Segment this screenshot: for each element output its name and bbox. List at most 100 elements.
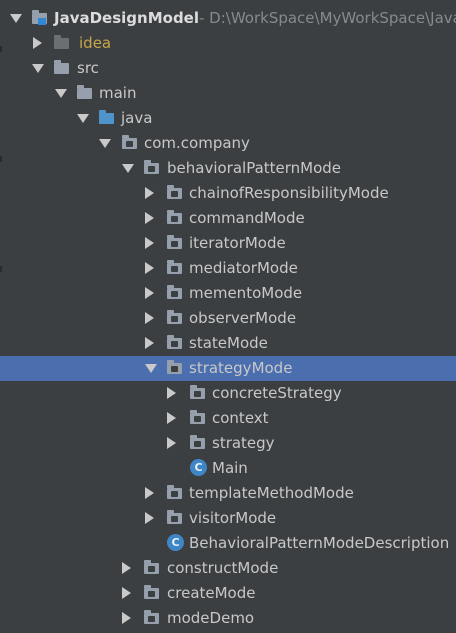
tree-row-strategy[interactable]: strategy (0, 431, 456, 456)
tree-item-label: strategyMode (189, 359, 293, 377)
tree-row-project[interactable]: JavaDesignModel - D:\WorkSpace\MyWorkSpa… (0, 6, 456, 31)
collapse-arrow-icon[interactable] (145, 487, 154, 499)
tree-item-label: src (77, 59, 99, 77)
collapse-arrow-icon[interactable] (145, 237, 154, 249)
collapse-arrow-icon[interactable] (145, 187, 154, 199)
folder-icon (54, 60, 69, 74)
collapse-arrow-icon[interactable] (167, 437, 176, 449)
tree-row-template-method-mode[interactable]: templateMethodMode (0, 481, 456, 506)
collapse-arrow-icon[interactable] (33, 37, 42, 49)
tree-item-label: templateMethodMode (189, 484, 354, 502)
class-icon: C (190, 459, 207, 476)
folder-icon (77, 85, 92, 99)
expand-arrow-icon[interactable] (10, 14, 22, 23)
tree-item-label: mementoMode (189, 284, 303, 302)
project-path: - D:\WorkSpace\MyWorkSpace\Java (199, 9, 456, 27)
tree-item-label: behavioralPatternMode (167, 159, 342, 177)
tree-row-behavioral-description-class[interactable]: C BehavioralPatternModeDescription (0, 531, 456, 556)
tree-item-label: java (121, 109, 153, 127)
tree-item-label: mediatorMode (189, 259, 298, 277)
package-icon (167, 235, 182, 249)
project-name: JavaDesignModel (54, 9, 199, 27)
class-icon: C (167, 534, 184, 551)
tree-row-strategy-mode[interactable]: strategyMode (0, 356, 456, 381)
package-icon (167, 485, 182, 499)
collapse-arrow-icon[interactable] (145, 287, 154, 299)
tree-row-context[interactable]: context (0, 406, 456, 431)
tree-row-behavioral-pattern-mode[interactable]: behavioralPatternMode (0, 156, 456, 181)
collapse-arrow-icon[interactable] (145, 312, 154, 324)
expand-arrow-icon[interactable] (99, 139, 111, 148)
tree-item-label: concreteStrategy (212, 384, 342, 402)
collapse-arrow-icon[interactable] (145, 337, 154, 349)
collapse-arrow-icon[interactable] (122, 562, 131, 574)
tree-item-label: Main (212, 459, 248, 477)
tree-item-label: stateMode (189, 334, 268, 352)
collapse-arrow-icon[interactable] (167, 387, 176, 399)
expand-arrow-icon[interactable] (55, 89, 67, 98)
collapse-arrow-icon[interactable] (122, 612, 131, 624)
expand-arrow-icon[interactable] (32, 64, 44, 73)
collapse-arrow-icon[interactable] (145, 512, 154, 524)
tree-item-label: BehavioralPatternModeDescription (189, 534, 450, 552)
tree-row-mode-demo[interactable]: modeDemo (0, 606, 456, 631)
tree-item-label: context (212, 409, 269, 427)
package-icon (167, 310, 182, 324)
package-icon (190, 385, 205, 399)
package-icon (167, 210, 182, 224)
tree-row-command-mode[interactable]: commandMode (0, 206, 456, 231)
tree-item-label: iteratorMode (189, 234, 286, 252)
tree-row-chain-mode[interactable]: chainofResponsibilityMode (0, 181, 456, 206)
collapse-arrow-icon[interactable] (145, 262, 154, 274)
tree-row-memento-mode[interactable]: mementoMode (0, 281, 456, 306)
package-icon (167, 335, 182, 349)
expand-arrow-icon[interactable] (145, 364, 157, 373)
package-icon (167, 260, 182, 274)
package-icon (144, 610, 159, 624)
package-icon (144, 585, 159, 599)
package-icon (190, 410, 205, 424)
tree-row-state-mode[interactable]: stateMode (0, 331, 456, 356)
package-icon (122, 135, 137, 149)
collapse-arrow-icon[interactable] (122, 587, 131, 599)
source-folder-icon (99, 110, 114, 124)
folder-icon (54, 35, 69, 49)
tree-item-label: visitorMode (189, 509, 277, 527)
tree-item-label: main (99, 84, 137, 102)
collapse-arrow-icon[interactable] (167, 412, 176, 424)
package-icon (144, 160, 159, 174)
tree-row-concrete-strategy[interactable]: concreteStrategy (0, 381, 456, 406)
project-folder-icon (32, 10, 47, 25)
tree-row-com-company[interactable]: com.company (0, 131, 456, 156)
tree-row-src[interactable]: src (0, 56, 456, 81)
tree-item-label: com.company (144, 134, 250, 152)
tree-item-label: strategy (212, 434, 275, 452)
tree-item-label: constructMode (167, 559, 279, 577)
tree-row-idea[interactable]: idea (0, 31, 456, 56)
package-icon (167, 285, 182, 299)
package-icon (190, 435, 205, 449)
tree-row-main[interactable]: main (0, 81, 456, 106)
tree-row-main-class[interactable]: C Main (0, 456, 456, 481)
package-icon (144, 560, 159, 574)
tree-item-label: observerMode (189, 309, 297, 327)
project-tree: JavaDesignModel - D:\WorkSpace\MyWorkSpa… (0, 0, 456, 633)
package-icon (167, 185, 182, 199)
tree-row-visitor-mode[interactable]: visitorMode (0, 506, 456, 531)
package-icon (167, 360, 182, 374)
collapse-arrow-icon[interactable] (145, 212, 154, 224)
expand-arrow-icon[interactable] (77, 114, 89, 123)
tree-row-iterator-mode[interactable]: iteratorMode (0, 231, 456, 256)
tree-row-observer-mode[interactable]: observerMode (0, 306, 456, 331)
tree-row-create-mode[interactable]: createMode (0, 581, 456, 606)
expand-arrow-icon[interactable] (122, 164, 134, 173)
tree-row-mediator-mode[interactable]: mediatorMode (0, 256, 456, 281)
tree-item-label: modeDemo (167, 609, 255, 627)
tree-item-label: commandMode (189, 209, 305, 227)
package-icon (167, 510, 182, 524)
tree-item-label: idea (79, 34, 112, 52)
tree-item-label: chainofResponsibilityMode (189, 184, 389, 202)
tree-row-java[interactable]: java (0, 106, 456, 131)
tree-row-construct-mode[interactable]: constructMode (0, 556, 456, 581)
tree-item-label: createMode (167, 584, 256, 602)
